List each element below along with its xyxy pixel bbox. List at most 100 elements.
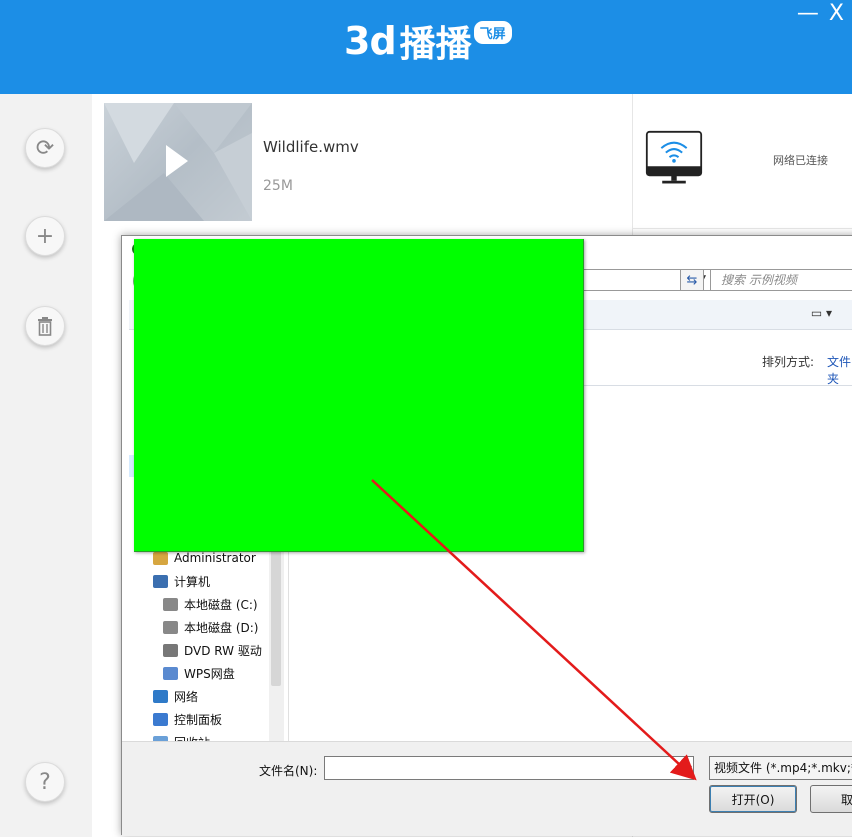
playlist-item[interactable]: Wildlife.wmv 25M <box>104 103 624 221</box>
document-icon <box>163 505 178 519</box>
delete-button[interactable] <box>25 306 65 346</box>
refresh-address-button[interactable]: ⇆ <box>680 269 704 291</box>
divider <box>302 385 852 386</box>
chevron-right-icon: ▸ <box>250 275 255 285</box>
control-panel-icon <box>153 712 168 726</box>
file-list-pane: 视频库 示例视频 排列方式: 文件夹 野生动物.wmv <box>292 331 852 741</box>
address-toolbar: ▌ ▸ 库 ▸ 视频 ▸ 示例视频 ▼ ⇆ 搜索 示例视频 <box>129 267 852 295</box>
refresh-button[interactable]: ⟳ <box>25 128 65 168</box>
nav-item[interactable]: 桌面 <box>129 386 279 408</box>
network-icon <box>153 689 168 703</box>
nav-item[interactable]: 库 <box>129 432 279 454</box>
tv-wifi-icon[interactable] <box>643 130 705 188</box>
logo-3d: 3d <box>344 19 397 63</box>
file-item[interactable]: 野生动物.wmv <box>305 398 405 483</box>
nav-item-label: 本地磁盘 (C:) <box>184 597 258 612</box>
nav-item-label: WPS网盘 <box>174 413 225 428</box>
filename-input[interactable] <box>324 756 694 780</box>
folder-icon: ▌ ▸ <box>208 275 223 285</box>
forward-button[interactable] <box>159 269 183 293</box>
dvd-icon <box>163 643 178 657</box>
dialog-title-bar: 请选择要打开的视频文件 <box>122 236 852 264</box>
nav-item[interactable]: 视频 <box>129 455 279 477</box>
library-icon <box>153 436 168 450</box>
nav-scrollbar-thumb[interactable] <box>271 341 281 686</box>
nav-item[interactable]: WPS网盘 <box>129 409 279 431</box>
nav-item-label: 网络 <box>174 689 199 704</box>
cancel-button[interactable]: 取消 <box>810 785 852 813</box>
nav-item[interactable]: 本地磁盘 (C:) <box>129 593 279 615</box>
nav-item-label: Administrator <box>174 551 256 565</box>
nav-item[interactable]: DVD RW 驱动 <box>129 639 279 661</box>
help-button[interactable]: ? <box>25 762 65 802</box>
desktop-icon <box>143 390 158 404</box>
video-title: Wildlife.wmv <box>263 138 359 156</box>
picture-icon <box>163 482 178 496</box>
organize-menu[interactable]: 组织 ▾ <box>148 308 182 325</box>
library-subtitle: 示例视频 <box>307 366 351 379</box>
filetype-select[interactable]: 视频文件 (*.mp4;*.mkv;*.wmv) <box>709 756 852 780</box>
video-icon <box>163 459 178 473</box>
nav-item[interactable]: 计算机 <box>129 570 279 592</box>
divider <box>633 228 852 229</box>
back-button[interactable] <box>133 269 157 293</box>
address-segment[interactable]: 库 <box>230 272 242 289</box>
chevron-down-icon[interactable]: ▼ <box>682 756 696 780</box>
nav-item[interactable]: 本地磁盘 (D:) <box>129 616 279 638</box>
nav-item-label: WPS网盘 <box>184 666 235 681</box>
computer-icon <box>153 574 168 588</box>
new-folder-button[interactable]: 新建文件夹 <box>215 308 275 325</box>
address-segment[interactable]: 示例视频 <box>307 272 355 289</box>
command-bar: 组织 ▾ 新建文件夹 ▭ ▾ <box>129 300 852 330</box>
chevron-right-icon: ▸ <box>294 275 300 285</box>
search-input[interactable]: 搜索 示例视频 <box>710 269 852 291</box>
nav-item-label: 控制面板 <box>174 712 223 727</box>
trash-icon <box>38 317 52 336</box>
video-size: 25M <box>263 178 293 194</box>
filename-label: 文件名(N): <box>259 764 318 778</box>
nav-item-label: 收藏夹 <box>164 343 201 358</box>
nav-item-label: 库 <box>174 436 187 451</box>
nav-item[interactable]: 图片 <box>129 478 279 500</box>
app-window: 3d 播播 飞屏 — X ⟳ + ? Wildlife.wmv 25M 网络已连… <box>0 0 852 837</box>
arrange-label: 排列方式: <box>762 355 815 369</box>
dialog-title: 请选择要打开的视频文件 <box>150 244 283 258</box>
library-title: 视频库 <box>307 346 358 366</box>
address-segment[interactable]: 视频 <box>263 272 287 289</box>
music-icon <box>163 528 178 542</box>
app-logo: 3d 播播 飞屏 <box>344 16 512 66</box>
navigation-pane: 收藏夹 桌面 WPS网盘库视频 图片 文档 音乐 Administrator 计算机 本地磁盘 … <box>129 331 289 750</box>
nav-item[interactable]: 收藏夹 <box>129 339 279 361</box>
nav-item-label: 计算机 <box>174 574 211 589</box>
nav-scrollbar[interactable] <box>269 331 284 741</box>
nav-item-label: 视频 <box>184 459 209 474</box>
nav-item[interactable]: 网络 <box>129 685 279 707</box>
logo-badge: 飞屏 <box>473 20 512 44</box>
play-icon <box>166 145 188 177</box>
nav-item[interactable]: 音乐 <box>129 524 279 546</box>
film-strip-icon <box>315 414 395 454</box>
video-thumbnail[interactable] <box>104 103 252 221</box>
nav-item-label: DVD RW 驱动 <box>184 643 262 658</box>
address-bar[interactable]: ▌ ▸ 库 ▸ 视频 ▸ 示例视频 ▼ <box>201 269 711 291</box>
arrange-by-dropdown[interactable]: 文件夹 <box>827 353 852 387</box>
close-button[interactable]: X <box>829 2 844 26</box>
nav-item[interactable]: 控制面板 <box>129 708 279 730</box>
add-button[interactable]: + <box>25 216 65 256</box>
cloud-icon <box>153 413 168 427</box>
nav-item-label: 图片 <box>184 482 209 497</box>
minimize-button[interactable]: — <box>797 2 819 26</box>
nav-item-label: 音乐 <box>184 528 209 543</box>
file-name: 野生动物.wmv <box>314 458 396 472</box>
dialog-footer: 文件名(N): ▼ 视频文件 (*.mp4;*.mkv;*.wmv) 打开(O)… <box>122 741 852 836</box>
disk-d-icon <box>163 620 178 634</box>
refresh-icon: ⟳ <box>35 135 55 161</box>
nav-item[interactable]: Administrator <box>129 547 279 569</box>
nav-item[interactable]: 文档 <box>129 501 279 523</box>
view-options-button[interactable]: ▭ ▾ <box>811 306 832 320</box>
nav-item-label: 桌面 <box>164 390 189 405</box>
plus-icon: + <box>35 223 55 249</box>
refresh-icon: ⇆ <box>686 272 698 288</box>
nav-item[interactable]: WPS网盘 <box>129 662 279 684</box>
open-button[interactable]: 打开(O) <box>709 785 797 813</box>
